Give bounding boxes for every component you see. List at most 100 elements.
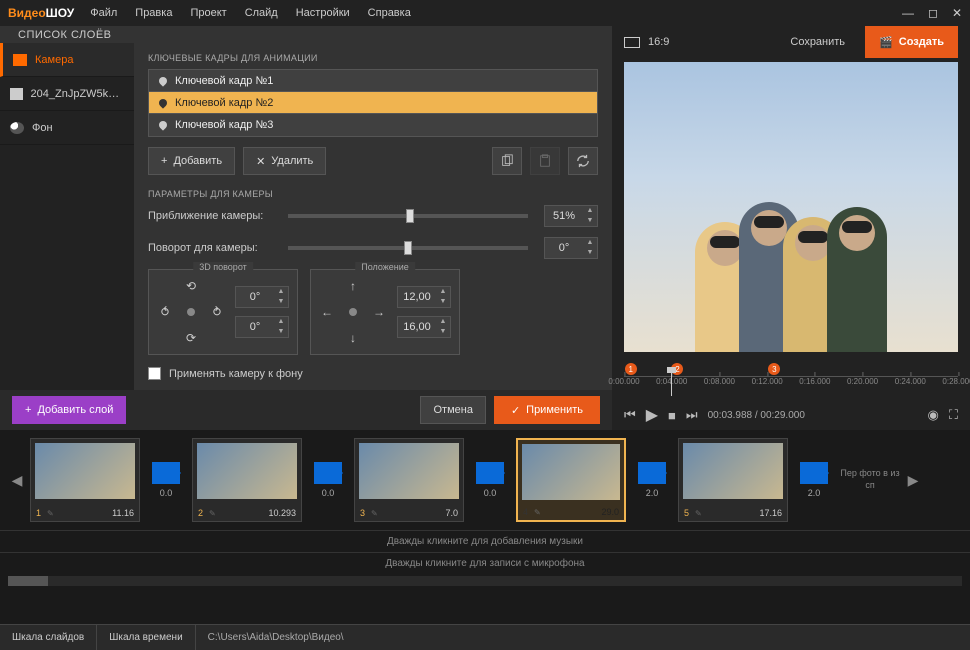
rotate-right-icon[interactable]: ⥁ (209, 304, 225, 320)
check-icon: ✓ (511, 404, 520, 417)
keyframe-marker[interactable]: 3 (768, 363, 780, 375)
chevron-down-icon[interactable]: ▼ (583, 216, 597, 226)
clip-item[interactable]: 2✎10.293 (192, 438, 302, 522)
zoom-label: Приближение камеры: (148, 210, 278, 222)
chevron-up-icon[interactable]: ▲ (583, 238, 597, 248)
music-track[interactable]: Дважды кликните для добавления музыки (0, 530, 970, 552)
menu-project[interactable]: Проект (182, 3, 234, 23)
rot3d-y-input[interactable]: ▲▼ (235, 316, 289, 338)
plus-icon: + (25, 404, 31, 416)
app-logo: ВидеоШОУ (8, 6, 74, 20)
next-frame-button[interactable]: ⏭ (686, 407, 698, 423)
window-close-icon[interactable]: ✕ (952, 6, 962, 20)
menu-settings[interactable]: Настройки (288, 3, 358, 23)
image-icon (10, 88, 23, 100)
save-button[interactable]: Сохранить (778, 36, 857, 48)
menu-edit[interactable]: Правка (127, 3, 180, 23)
playhead[interactable] (671, 373, 672, 396)
keyframe-item-1[interactable]: Ключевой кадр №1 (149, 70, 597, 92)
pin-icon (157, 97, 168, 108)
keyframe-item-2[interactable]: Ключевой кадр №2 (149, 92, 597, 114)
transition-item[interactable]: 2.0 (630, 438, 674, 522)
aspect-ratio-icon[interactable] (624, 37, 640, 48)
delete-keyframe-button[interactable]: ✕Удалить (243, 147, 326, 175)
rotate-value-input[interactable]: ▲▼ (544, 237, 598, 259)
background-icon (10, 122, 24, 134)
clip-track[interactable]: ◀1✎11.160.02✎10.2930.03✎7.00.04✎29.02.05… (0, 430, 970, 530)
cancel-button[interactable]: Отмена (420, 396, 485, 424)
arrow-down-icon[interactable]: ↓ (345, 330, 361, 346)
window-minimize-icon[interactable]: — (902, 6, 914, 20)
stop-button[interactable]: ■ (668, 408, 676, 423)
rotation-3d-dpad[interactable]: ⟲ ⟳ ⥀ ⥁ (157, 278, 225, 346)
pos-y-input[interactable]: ▲▼ (397, 316, 451, 338)
rotate-slider[interactable] (288, 246, 528, 250)
rotate-label: Поворот для камеры: (148, 242, 278, 254)
rotate-left-icon[interactable]: ⥀ (157, 304, 173, 320)
menu-help[interactable]: Справка (360, 3, 419, 23)
transition-icon (800, 462, 828, 484)
arrow-left-icon[interactable]: ← (319, 304, 335, 320)
apply-button[interactable]: ✓Применить (494, 396, 600, 424)
copy-icon (500, 154, 514, 168)
keyframe-timeline[interactable]: 0:00.0000:04.0000:08.0000:12.0000:16.000… (612, 360, 970, 400)
tab-slide-scale[interactable]: Шкала слайдов (0, 625, 97, 650)
transition-item[interactable]: 2.0 (792, 438, 836, 522)
rotate-up-icon[interactable]: ⟲ (183, 278, 199, 294)
pin-icon (157, 119, 168, 130)
transition-icon (314, 462, 342, 484)
add-layer-button[interactable]: +Добавить слой (12, 396, 126, 424)
rot3d-x-input[interactable]: ▲▼ (235, 286, 289, 308)
transition-item[interactable]: 0.0 (144, 438, 188, 522)
dialog-buttons: +Добавить слой Отмена ✓Применить (0, 390, 612, 430)
transition-icon (476, 462, 504, 484)
prev-frame-button[interactable]: ⏮ (624, 407, 636, 423)
window-maximize-icon[interactable]: ◻ (928, 6, 938, 20)
refresh-button[interactable] (568, 147, 598, 175)
layers-panel-title: СПИСОК СЛОЁВ (0, 26, 612, 43)
position-panel: Положение ↑ ↓ ← → ▲▼ ▲▼ (310, 269, 460, 355)
zoom-value-input[interactable]: ▲▼ (544, 205, 598, 227)
arrow-up-icon[interactable]: ↑ (345, 278, 361, 294)
apply-to-bg-checkbox[interactable]: Применять камеру к фону (148, 367, 598, 380)
clip-item[interactable]: 5✎17.16 (678, 438, 788, 522)
add-keyframe-button[interactable]: +Добавить (148, 147, 235, 175)
clips-next-button[interactable]: ▶ (904, 438, 922, 522)
timeline-scrollbar[interactable] (8, 576, 962, 586)
preview-viewport[interactable] (624, 62, 958, 352)
fullscreen-button[interactable]: ⛶ (949, 407, 958, 423)
params-title: ПАРАМЕТРЫ ДЛЯ КАМЕРЫ (148, 189, 598, 199)
transition-item[interactable]: 0.0 (468, 438, 512, 522)
rotate-down-icon[interactable]: ⟳ (183, 330, 199, 346)
project-path: C:\Users\Aida\Desktop\Видео\ (196, 632, 356, 643)
clips-prev-button[interactable]: ◀ (8, 438, 26, 522)
layer-tab-image[interactable]: 204_ZnJpZW5kc19... (0, 77, 134, 111)
arrow-right-icon[interactable]: → (371, 304, 387, 320)
keyframe-item-3[interactable]: Ключевой кадр №3 (149, 114, 597, 136)
timeline-strip: ◀1✎11.160.02✎10.2930.03✎7.00.04✎29.02.05… (0, 430, 970, 624)
position-dpad[interactable]: ↑ ↓ ← → (319, 278, 387, 346)
pos-x-input[interactable]: ▲▼ (397, 286, 451, 308)
paste-button[interactable] (530, 147, 560, 175)
zoom-slider[interactable] (288, 214, 528, 218)
copy-button[interactable] (492, 147, 522, 175)
menu-file[interactable]: Файл (82, 3, 125, 23)
mic-track[interactable]: Дважды кликните для записи с микрофона (0, 552, 970, 574)
layer-tab-camera[interactable]: Камера (0, 43, 134, 77)
chevron-down-icon[interactable]: ▼ (583, 248, 597, 258)
clip-item[interactable]: 4✎29.0 (516, 438, 626, 522)
clip-item[interactable]: 1✎11.16 (30, 438, 140, 522)
clip-item[interactable]: 3✎7.0 (354, 438, 464, 522)
chevron-up-icon[interactable]: ▲ (583, 206, 597, 216)
snapshot-button[interactable]: ◉ (928, 407, 939, 423)
transition-icon (152, 462, 180, 484)
keyframe-marker[interactable]: 1 (625, 363, 637, 375)
play-button[interactable]: ▶ (646, 405, 658, 425)
create-button[interactable]: 🎬Создать (865, 26, 958, 58)
status-bar: Шкала слайдов Шкала времени C:\Users\Aid… (0, 624, 970, 650)
transition-item[interactable]: 0.0 (306, 438, 350, 522)
menu-slide[interactable]: Слайд (237, 3, 286, 23)
keyframe-list: Ключевой кадр №1 Ключевой кадр №2 Ключев… (148, 69, 598, 137)
layer-tab-background[interactable]: Фон (0, 111, 134, 145)
tab-time-scale[interactable]: Шкала времени (97, 625, 195, 650)
